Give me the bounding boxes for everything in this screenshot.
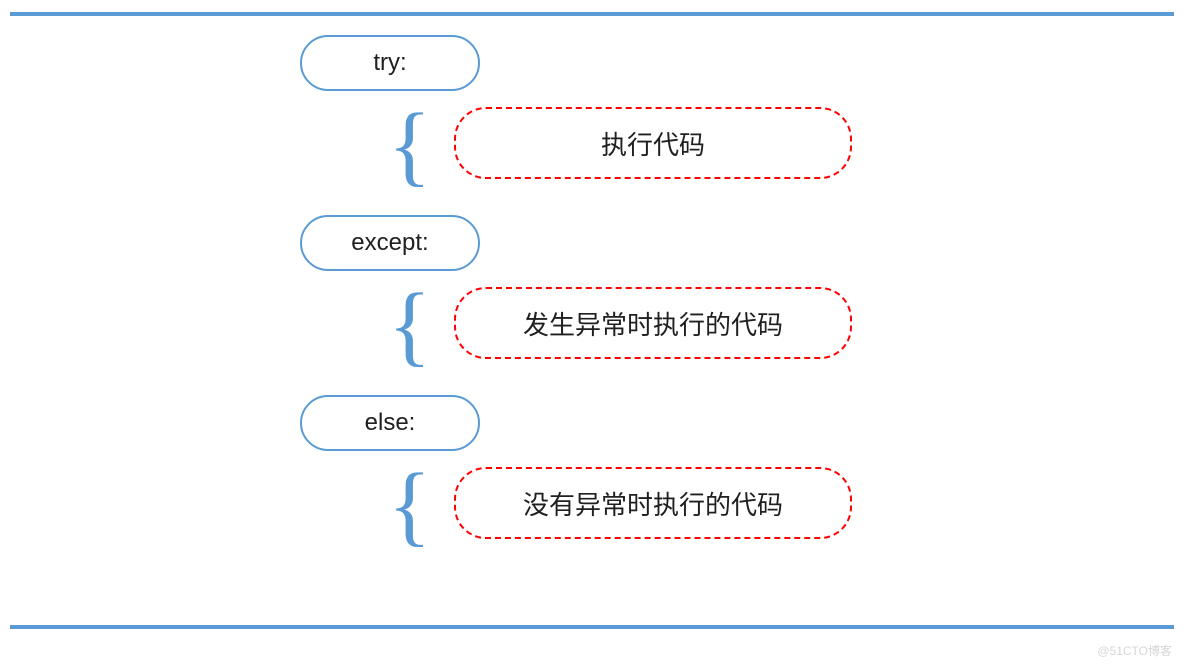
keyword-label-else: else: bbox=[365, 409, 416, 437]
keyword-label-try: try: bbox=[373, 49, 406, 77]
keyword-box-try: try: bbox=[300, 35, 480, 91]
result-box-except: 发生异常时执行的代码 bbox=[454, 287, 852, 359]
result-box-else: 没有异常时执行的代码 bbox=[454, 467, 852, 539]
keyword-box-except: except: bbox=[300, 215, 480, 271]
brace-icon: { bbox=[388, 290, 431, 362]
result-box-try: 执行代码 bbox=[454, 107, 852, 179]
result-label-except: 发生异常时执行的代码 bbox=[523, 305, 783, 342]
keyword-label-except: except: bbox=[351, 229, 428, 257]
result-label-else: 没有异常时执行的代码 bbox=[523, 485, 783, 522]
result-label-try: 执行代码 bbox=[601, 125, 705, 162]
keyword-box-else: else: bbox=[300, 395, 480, 451]
brace-icon: { bbox=[388, 470, 431, 542]
watermark-text: @51CTO博客 bbox=[1097, 642, 1172, 659]
bottom-divider-line bbox=[10, 625, 1174, 629]
brace-icon: { bbox=[388, 110, 431, 182]
top-divider-line bbox=[10, 12, 1174, 16]
